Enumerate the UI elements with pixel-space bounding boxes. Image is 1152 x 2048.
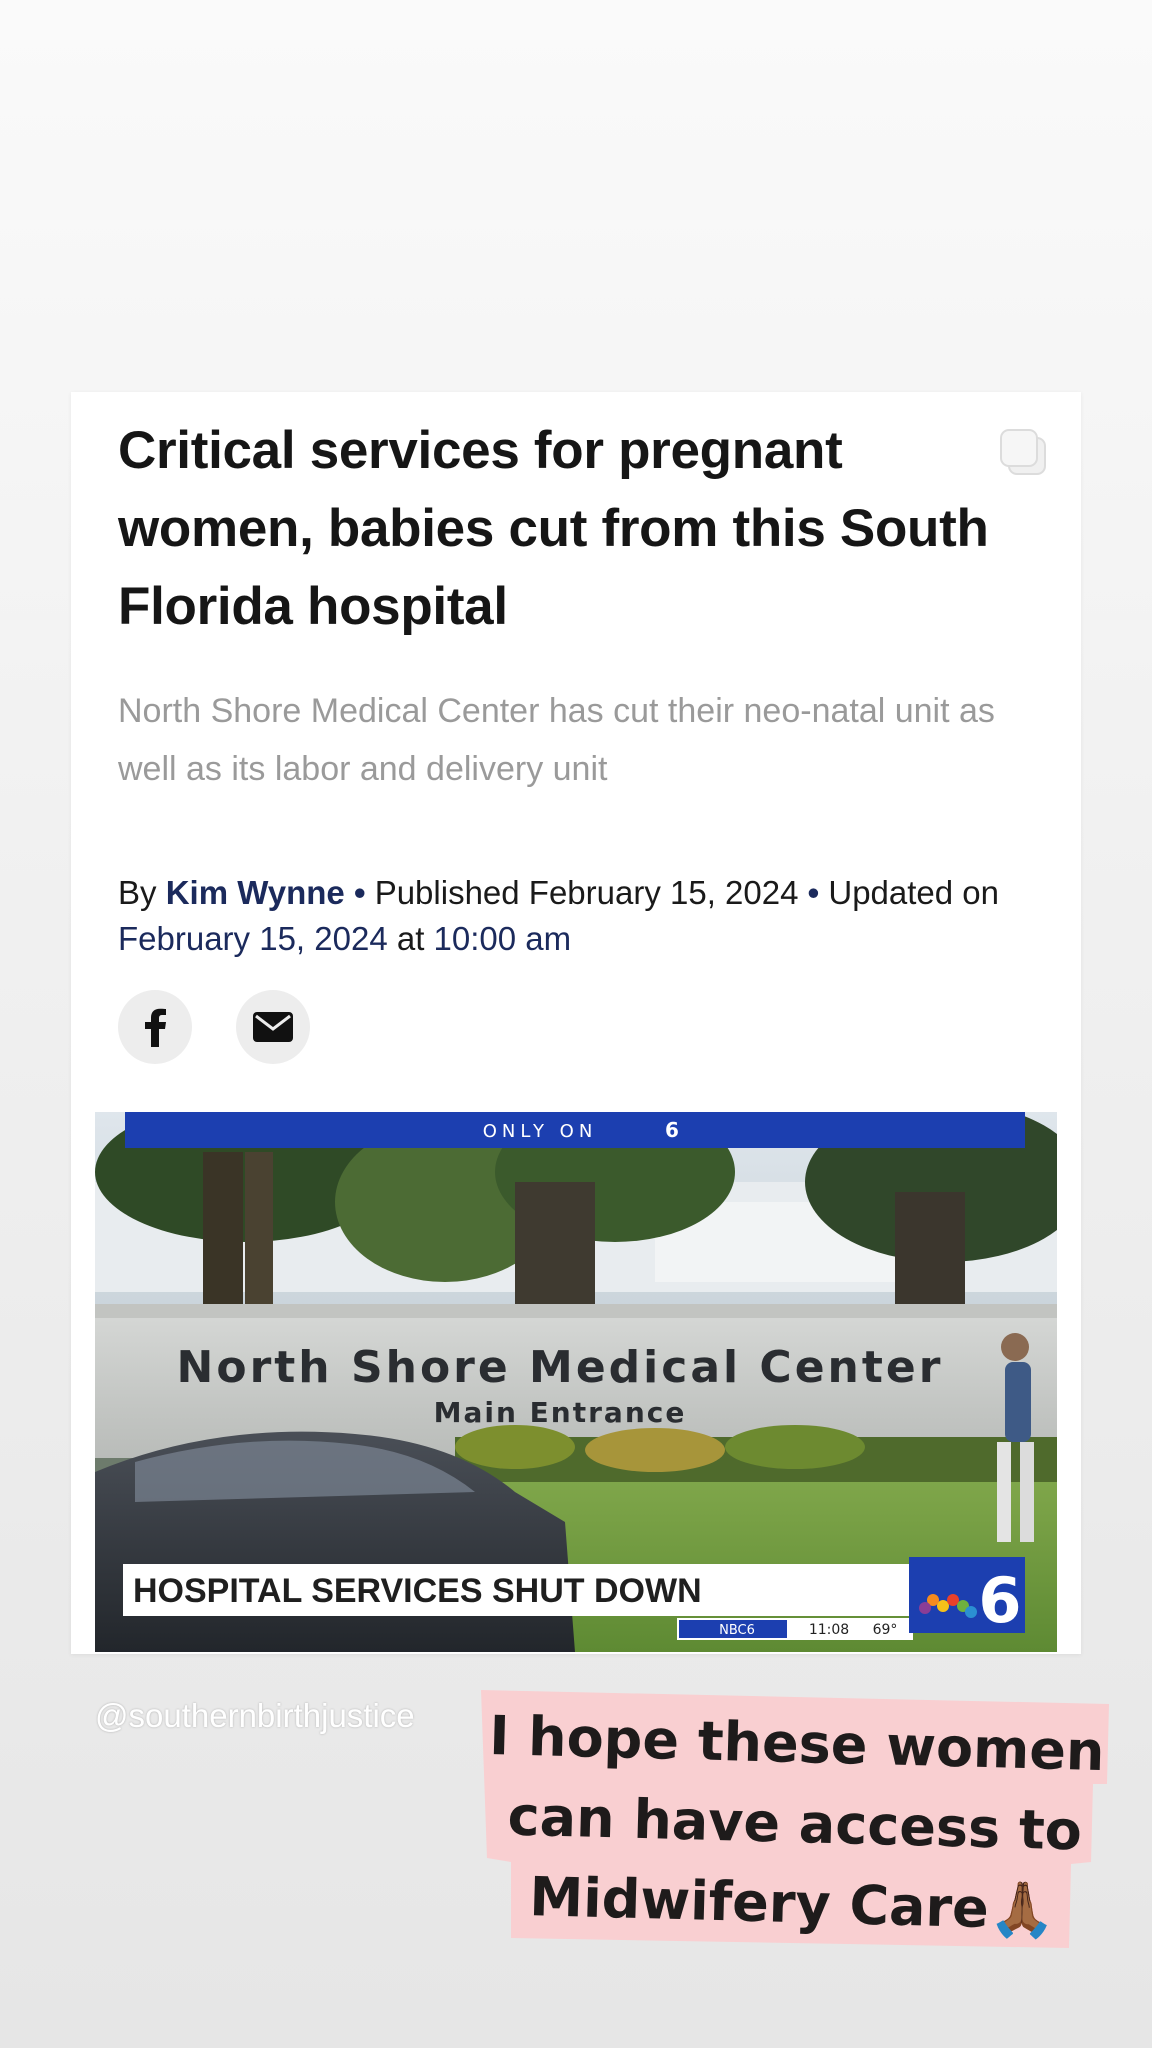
lower-third-headline: HOSPITAL SERVICES SHUT DOWN bbox=[133, 1572, 702, 1610]
only-on-channel: 6 bbox=[665, 1118, 679, 1142]
updated-time: 10:00 am bbox=[433, 920, 572, 957]
only-on-label: ONLY ON bbox=[483, 1121, 598, 1142]
hospital-scene: North Shore Medical Center Main Entrance… bbox=[95, 1112, 1057, 1652]
sticker-text: I hope these women can have access to Mi… bbox=[478, 1678, 1113, 1956]
email-icon bbox=[253, 1012, 293, 1042]
article-card: Critical services for pregnant women, ba… bbox=[71, 392, 1081, 1654]
facebook-share-button[interactable] bbox=[118, 990, 192, 1064]
ticker-social: NBC6 bbox=[719, 1623, 755, 1638]
story-mention-handle[interactable]: @southernbirthjustice bbox=[95, 1697, 415, 1735]
article-headline: Critical services for pregnant women, ba… bbox=[118, 421, 989, 636]
story-text-sticker[interactable]: I hope these women can have access to Mi… bbox=[481, 1686, 1109, 1948]
sign-line-2: Main Entrance bbox=[434, 1396, 687, 1429]
byline: By Kim Wynne • Published February 15, 20… bbox=[118, 870, 1048, 962]
news-video-still[interactable]: North Shore Medical Center Main Entrance… bbox=[95, 1112, 1057, 1652]
updated-label: Updated on bbox=[828, 874, 1000, 911]
updated-at: at bbox=[396, 920, 425, 957]
published-date: Published February 15, 2024 bbox=[374, 874, 799, 911]
sticker-line-3: Midwifery Care🙏🏾 bbox=[528, 1865, 1057, 1942]
facebook-icon bbox=[145, 1008, 166, 1047]
article-dek: North Shore Medical Center has cut their… bbox=[118, 692, 995, 788]
updated-date: February 15, 2024 bbox=[118, 920, 388, 957]
byline-separator: • bbox=[353, 874, 366, 911]
ticker-time: 11:08 bbox=[809, 1622, 849, 1638]
byline-by: By bbox=[118, 874, 157, 911]
nbc6-logo-number: 6 bbox=[978, 1564, 1021, 1637]
copy-icon[interactable] bbox=[997, 426, 1049, 478]
byline-separator-2: • bbox=[807, 874, 820, 911]
author-link[interactable]: Kim Wynne bbox=[166, 874, 345, 911]
sign-line-1: North Shore Medical Center bbox=[177, 1342, 944, 1393]
email-share-button[interactable] bbox=[236, 990, 310, 1064]
ticker-temp: 69° bbox=[873, 1622, 898, 1638]
